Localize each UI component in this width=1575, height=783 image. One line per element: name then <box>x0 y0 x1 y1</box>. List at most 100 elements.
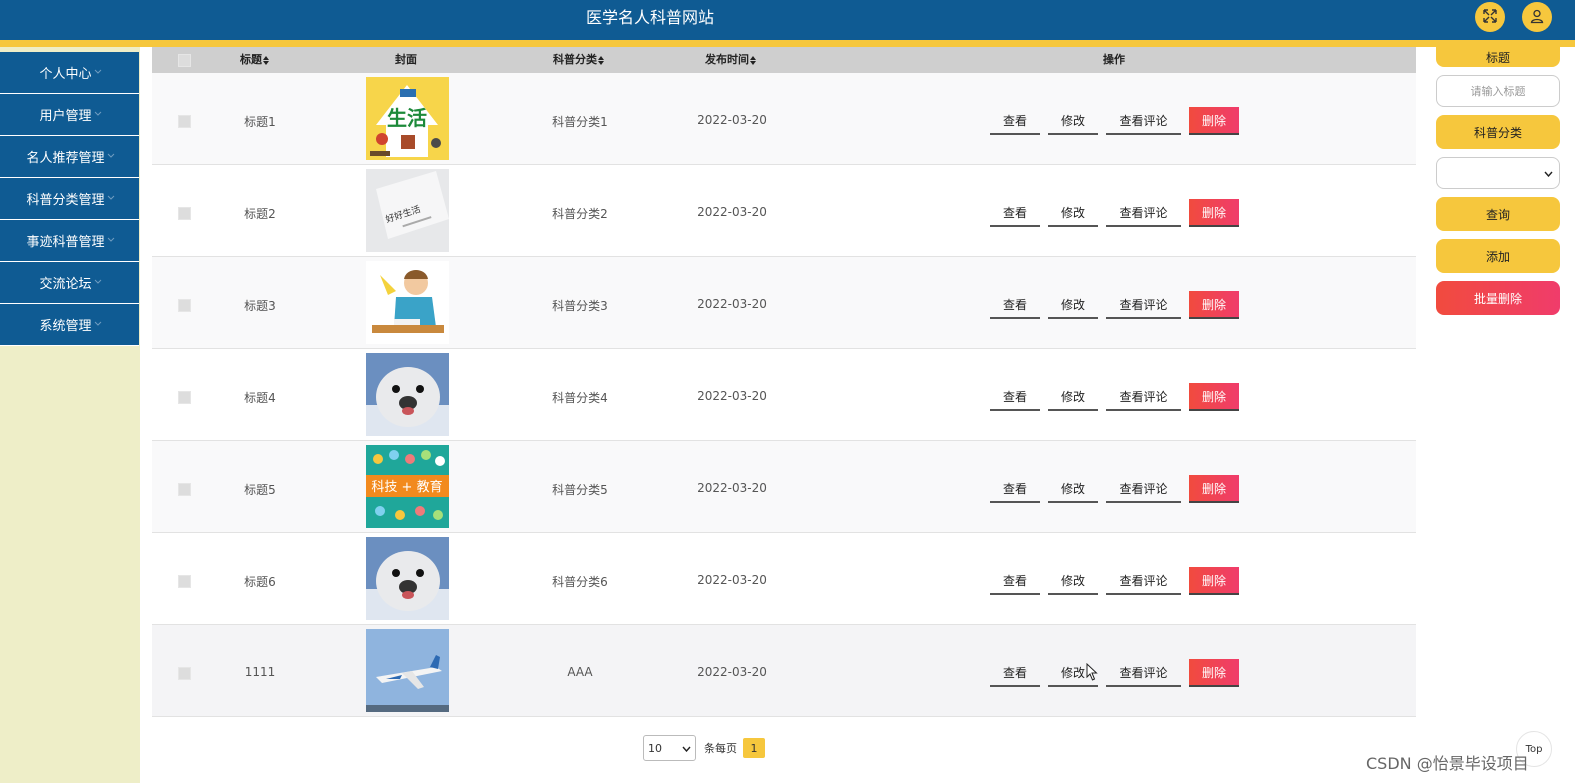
edit-button[interactable]: 修改 <box>1048 383 1098 411</box>
table-row: 标题4 科普分类4 2022-03-20 查看 修改 查看评论 删除 <box>152 349 1416 441</box>
cover-image-airplane <box>366 629 449 712</box>
edit-button[interactable]: 修改 <box>1048 291 1098 319</box>
column-header-time[interactable]: 发布时间 <box>705 47 756 73</box>
site-title: 医学名人科普网站 <box>585 8 714 27</box>
header-accent-bar <box>0 40 1575 47</box>
sidebar-item-personal-center[interactable]: 个人中心 <box>0 52 139 94</box>
edit-button[interactable]: 修改 <box>1048 567 1098 595</box>
row-checkbox[interactable] <box>178 115 191 128</box>
row-time: 2022-03-20 <box>697 573 767 587</box>
column-header-title[interactable]: 标题 <box>240 47 269 73</box>
add-button[interactable]: 添加 <box>1436 239 1560 273</box>
cover-text: 生活 <box>387 106 427 130</box>
column-header-cover: 封面 <box>395 53 417 66</box>
row-category: 科普分类6 <box>552 575 608 589</box>
view-button[interactable]: 查看 <box>990 475 1040 503</box>
view-button[interactable]: 查看 <box>990 107 1040 135</box>
sort-icon <box>263 55 269 65</box>
cover-image-seal <box>366 353 449 436</box>
row-title: 1111 <box>244 665 276 679</box>
sidebar-item-forum[interactable]: 交流论坛 <box>0 262 139 304</box>
sidebar: 个人中心 用户管理 名人推荐管理 科普分类管理 事迹科普管理 交流论坛 系统管理 <box>0 47 140 783</box>
delete-button[interactable]: 删除 <box>1189 475 1239 503</box>
sidebar-item-label: 事迹科普管理 <box>26 235 105 250</box>
view-button[interactable]: 查看 <box>990 659 1040 687</box>
table-row: 标题1 生活 科普分类1 2022-03-20 查看 修改 查看评论 删除 <box>152 73 1416 165</box>
cover-image-seal <box>366 537 449 620</box>
search-panel: 标题 请输入标题 科普分类 查询 添加 批量删除 <box>1436 47 1560 323</box>
sidebar-item-label: 系统管理 <box>39 319 92 334</box>
view-comments-button[interactable]: 查看评论 <box>1106 475 1181 503</box>
chevron-down-icon <box>682 742 691 755</box>
view-button[interactable]: 查看 <box>990 383 1040 411</box>
sidebar-item-system-management[interactable]: 系统管理 <box>0 304 139 346</box>
edit-button[interactable]: 修改 <box>1048 475 1098 503</box>
watermark: CSDN @怡景毕设项目 <box>1366 754 1529 773</box>
view-button[interactable]: 查看 <box>990 291 1040 319</box>
row-title: 标题4 <box>244 391 276 405</box>
delete-button[interactable]: 删除 <box>1189 291 1239 319</box>
row-category: AAA <box>567 665 593 679</box>
row-checkbox[interactable] <box>178 575 191 588</box>
current-page-button[interactable]: 1 <box>743 738 765 758</box>
sidebar-item-user-management[interactable]: 用户管理 <box>0 94 139 136</box>
cover-image-cartoon-boy <box>366 261 449 344</box>
view-comments-button[interactable]: 查看评论 <box>1106 291 1181 319</box>
page-size-select[interactable]: 10 <box>643 735 696 761</box>
cover-text: 科技 + 教育 <box>371 479 442 495</box>
view-button[interactable]: 查看 <box>990 199 1040 227</box>
delete-button[interactable]: 删除 <box>1189 107 1239 135</box>
delete-button[interactable]: 删除 <box>1189 383 1239 411</box>
table-row: 标题6 科普分类6 2022-03-20 查看 修改 查看评论 删除 <box>152 533 1416 625</box>
sort-icon <box>598 55 604 65</box>
sidebar-item-celebrity-management[interactable]: 名人推荐管理 <box>0 136 139 178</box>
row-title: 标题2 <box>244 207 276 221</box>
row-ops: 查看 修改 查看评论 删除 <box>990 567 1247 595</box>
user-icon <box>1529 8 1545 27</box>
view-button[interactable]: 查看 <box>990 567 1040 595</box>
pagination: 10 条每页 1 <box>643 735 765 761</box>
user-button[interactable] <box>1522 2 1552 32</box>
row-time: 2022-03-20 <box>697 205 767 219</box>
edit-button[interactable]: 修改 <box>1048 199 1098 227</box>
row-checkbox[interactable] <box>178 207 191 220</box>
table-row: 标题2 好好生活 科普分类2 2022-03-20 查看 修改 查看评论 删除 <box>152 165 1416 257</box>
row-checkbox[interactable] <box>178 667 191 680</box>
row-checkbox[interactable] <box>178 299 191 312</box>
delete-button[interactable]: 删除 <box>1189 199 1239 227</box>
batch-delete-button[interactable]: 批量删除 <box>1436 281 1560 315</box>
row-checkbox[interactable] <box>178 391 191 404</box>
view-comments-button[interactable]: 查看评论 <box>1106 107 1181 135</box>
table-row: 标题5 科技 + 教育 科普分类5 2022-03-20 查看 修改 查看评论 … <box>152 441 1416 533</box>
sidebar-item-label: 个人中心 <box>39 67 92 82</box>
row-category: 科普分类2 <box>552 207 608 221</box>
table-header: 标题 封面 科普分类 发布时间 操作 <box>152 47 1416 73</box>
sidebar-menu: 个人中心 用户管理 名人推荐管理 科普分类管理 事迹科普管理 交流论坛 系统管理 <box>0 52 139 346</box>
sidebar-item-deeds-management[interactable]: 事迹科普管理 <box>0 220 139 262</box>
view-comments-button[interactable]: 查看评论 <box>1106 383 1181 411</box>
sidebar-item-label: 名人推荐管理 <box>26 151 105 166</box>
chevron-down-icon <box>94 69 102 75</box>
row-category: 科普分类1 <box>552 115 608 129</box>
title-search-input[interactable]: 请输入标题 <box>1436 75 1560 107</box>
mouse-cursor-icon <box>1086 663 1098 681</box>
query-button[interactable]: 查询 <box>1436 197 1560 231</box>
row-checkbox[interactable] <box>178 483 191 496</box>
cover-image-tech-edu: 科技 + 教育 <box>366 445 449 528</box>
category-select[interactable] <box>1436 157 1560 189</box>
row-time: 2022-03-20 <box>697 297 767 311</box>
edit-button[interactable]: 修改 <box>1048 107 1098 135</box>
view-comments-button[interactable]: 查看评论 <box>1106 659 1181 687</box>
row-category: 科普分类3 <box>552 299 608 313</box>
row-title: 标题5 <box>244 483 276 497</box>
sidebar-item-category-management[interactable]: 科普分类管理 <box>0 178 139 220</box>
row-ops: 查看 修改 查看评论 删除 <box>990 199 1247 227</box>
view-comments-button[interactable]: 查看评论 <box>1106 567 1181 595</box>
delete-button[interactable]: 删除 <box>1189 659 1239 687</box>
view-comments-button[interactable]: 查看评论 <box>1106 199 1181 227</box>
delete-button[interactable]: 删除 <box>1189 567 1239 595</box>
column-header-category[interactable]: 科普分类 <box>553 47 604 73</box>
select-all-checkbox[interactable] <box>178 47 191 73</box>
row-category: 科普分类4 <box>552 391 608 405</box>
fullscreen-button[interactable] <box>1475 2 1505 32</box>
